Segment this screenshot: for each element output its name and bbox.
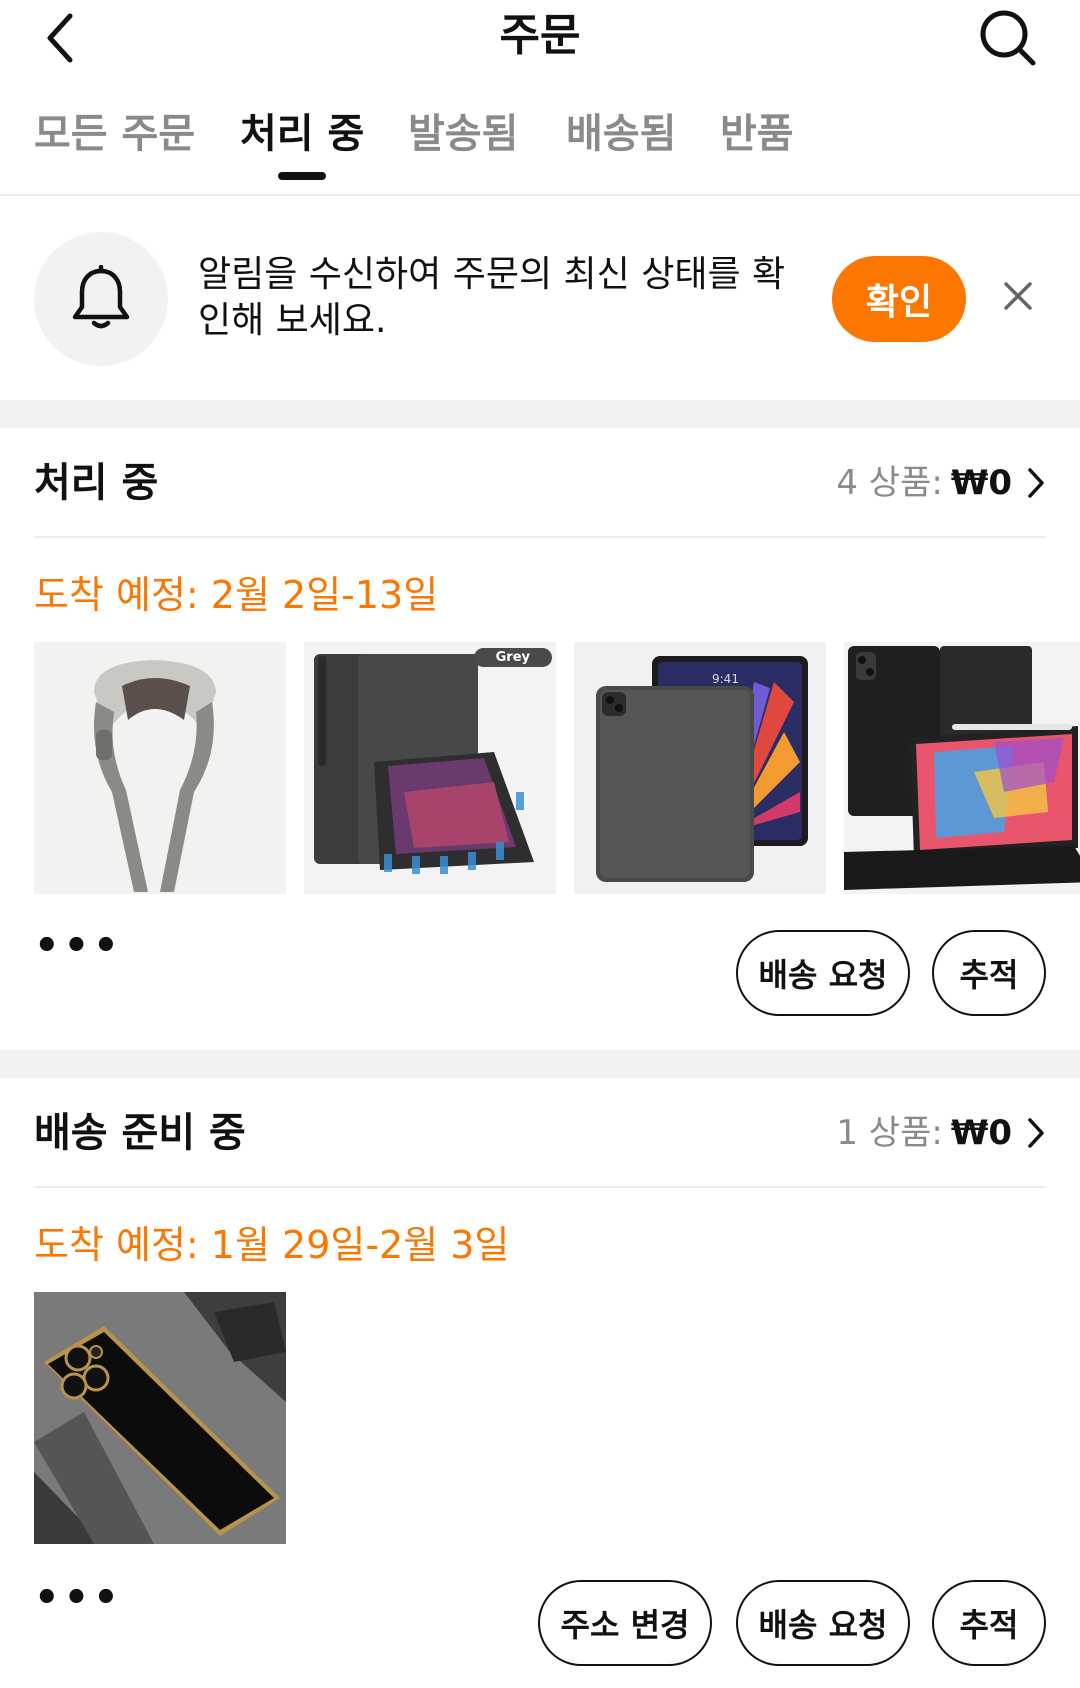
delivery-request-button[interactable]: 배송 요청 — [736, 1580, 910, 1666]
change-address-button[interactable]: 주소 변경 — [538, 1580, 712, 1666]
order-total: ₩0 — [950, 1113, 1012, 1153]
order-group-title: 배송 준비 중 — [34, 1110, 246, 1156]
tab-label: 발송됨 — [408, 111, 519, 157]
product-thumbnail[interactable]: 9:41 — [574, 642, 826, 894]
bell-badge — [34, 232, 168, 366]
order-status-tabs: 모든 주문 처리 중 발송됨 배송됨 반품 — [0, 100, 1080, 196]
close-icon — [1004, 282, 1032, 310]
bell-icon — [72, 265, 130, 329]
more-options-button[interactable]: ••• — [34, 1578, 123, 1618]
search-icon — [980, 10, 1036, 66]
order-group-preparing: 배송 준비 중 1 상품: ₩0 도착 예정: 1월 29일-2월 3일 •••… — [0, 1078, 1080, 1688]
estimated-arrival: 도착 예정: 2월 2일-13일 — [34, 573, 439, 617]
active-tab-indicator — [278, 172, 327, 180]
tab-delivered[interactable]: 배송됨 — [566, 106, 676, 162]
notification-message: 알림을 수신하여 주문의 최신 상태를 확인해 보세요. — [198, 254, 786, 341]
close-banner-button[interactable] — [996, 274, 1040, 318]
section-divider — [0, 1050, 1080, 1078]
product-thumbnails — [34, 1292, 286, 1544]
tab-shipped[interactable]: 발송됨 — [408, 106, 518, 162]
color-badge: Grey — [473, 648, 552, 667]
tab-label: 배송됨 — [566, 111, 677, 157]
track-button[interactable]: 추적 — [932, 1580, 1046, 1666]
order-summary[interactable]: 1 상품: ₩0 — [836, 1110, 1046, 1156]
search-button[interactable] — [976, 6, 1040, 70]
order-group-header[interactable]: 처리 중 4 상품: ₩0 — [34, 428, 1046, 538]
track-button[interactable]: 추적 — [932, 930, 1046, 1016]
tab-label: 모든 주문 — [34, 111, 196, 157]
confirm-button[interactable]: 확인 — [832, 256, 966, 342]
delivery-request-button[interactable]: 배송 요청 — [736, 930, 910, 1016]
tab-processing[interactable]: 처리 중 — [240, 106, 365, 180]
product-thumbnail[interactable] — [34, 642, 286, 894]
tab-returns[interactable]: 반품 — [720, 106, 794, 162]
product-thumbnails: Grey 9:41 — [34, 642, 1080, 894]
app-header: 주문 — [0, 0, 1080, 80]
estimated-arrival: 도착 예정: 1월 29일-2월 3일 — [34, 1223, 510, 1267]
page-title: 주문 — [499, 10, 581, 61]
tab-all-orders[interactable]: 모든 주문 — [34, 106, 195, 162]
more-options-button[interactable]: ••• — [34, 926, 123, 966]
product-thumbnail[interactable] — [34, 1292, 286, 1544]
order-group-processing: 처리 중 4 상품: ₩0 도착 예정: 2월 2일-13일 Grey 9:41… — [0, 428, 1080, 1050]
order-total: ₩0 — [950, 463, 1012, 503]
item-count: 1 상품: — [836, 1113, 943, 1153]
order-group-title: 처리 중 — [34, 460, 159, 506]
chevron-right-icon — [1026, 1117, 1046, 1149]
tab-label: 반품 — [720, 111, 794, 157]
chevron-right-icon — [1026, 467, 1046, 499]
notification-banner: 알림을 수신하여 주문의 최신 상태를 확인해 보세요. 확인 — [0, 198, 1080, 398]
tab-label: 처리 중 — [240, 111, 365, 157]
order-group-header[interactable]: 배송 준비 중 1 상품: ₩0 — [34, 1078, 1046, 1188]
device-clock: 9:41 — [712, 672, 739, 686]
item-count: 4 상품: — [836, 463, 943, 503]
product-thumbnail[interactable] — [844, 642, 1080, 894]
order-summary[interactable]: 4 상품: ₩0 — [836, 460, 1046, 506]
product-thumbnail[interactable]: Grey — [304, 642, 556, 894]
section-divider — [0, 400, 1080, 428]
